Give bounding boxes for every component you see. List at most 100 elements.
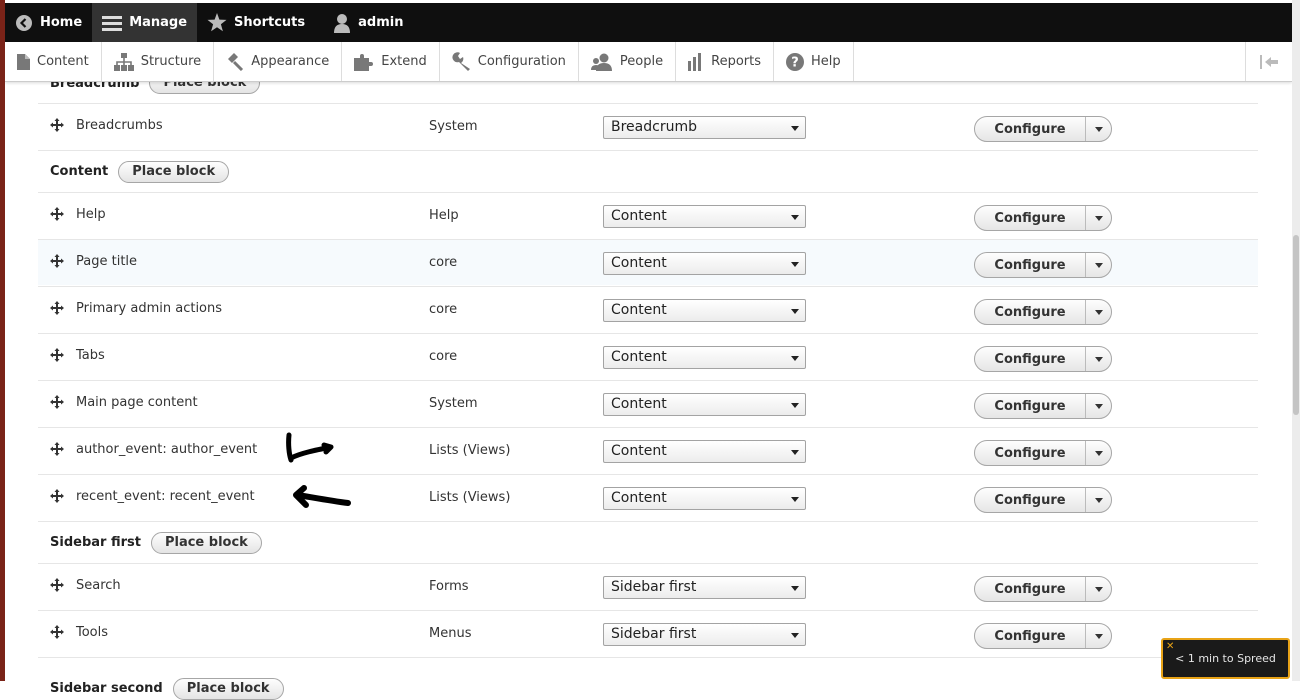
drag-handle-icon[interactable] bbox=[50, 625, 64, 639]
window-left-edge bbox=[0, 0, 5, 681]
operations-toggle[interactable] bbox=[1086, 117, 1111, 141]
vertical-scrollbar[interactable] bbox=[1292, 0, 1300, 681]
configure-dropbutton: Configure bbox=[974, 116, 1112, 142]
drag-handle-icon[interactable] bbox=[50, 301, 64, 315]
chevron-down-icon bbox=[791, 450, 799, 455]
configure-button[interactable]: Configure bbox=[975, 206, 1086, 230]
operations-toggle[interactable] bbox=[1086, 300, 1111, 324]
drag-handle-icon[interactable] bbox=[50, 578, 64, 592]
user-icon bbox=[334, 13, 351, 33]
drag-handle-icon[interactable] bbox=[50, 395, 64, 409]
region-select[interactable]: Sidebar first bbox=[603, 576, 806, 599]
toolbar-home[interactable]: Home bbox=[5, 3, 92, 42]
chevron-down-icon bbox=[791, 403, 799, 408]
configure-button[interactable]: Configure bbox=[975, 624, 1086, 648]
admin-toolbar: Home Manage Shortcuts admin bbox=[5, 3, 1292, 42]
drag-handle-icon[interactable] bbox=[50, 489, 64, 503]
configure-dropbutton: Configure bbox=[974, 623, 1112, 649]
block-category: core bbox=[429, 255, 458, 270]
chevron-down-icon bbox=[791, 586, 799, 591]
configure-dropbutton: Configure bbox=[974, 440, 1112, 466]
table-row: recent_event: recent_event Lists (Views)… bbox=[38, 474, 1258, 520]
configure-dropbutton: Configure bbox=[974, 346, 1112, 372]
tray-item-configuration-label: Configuration bbox=[477, 54, 566, 69]
operations-toggle[interactable] bbox=[1086, 577, 1111, 601]
region-select[interactable]: Content bbox=[603, 393, 806, 416]
chevron-down-icon bbox=[1094, 497, 1103, 503]
place-block-button[interactable]: Place block bbox=[150, 531, 262, 554]
configure-button[interactable]: Configure bbox=[975, 488, 1086, 512]
region-header-sidebar-second: Sidebar second Place block bbox=[38, 657, 1258, 700]
operations-toggle[interactable] bbox=[1086, 253, 1111, 277]
region-title: Content bbox=[50, 164, 109, 179]
region-select[interactable]: Content bbox=[603, 487, 806, 510]
operations-toggle[interactable] bbox=[1086, 624, 1111, 648]
close-icon[interactable]: ✕ bbox=[1166, 641, 1174, 652]
drag-handle-icon[interactable] bbox=[50, 254, 64, 268]
configure-button[interactable]: Configure bbox=[975, 117, 1086, 141]
configure-button[interactable]: Configure bbox=[975, 300, 1086, 324]
operations-toggle[interactable] bbox=[1086, 441, 1111, 465]
tray-item-extend[interactable]: Extend bbox=[342, 42, 440, 81]
block-name: Main page content bbox=[76, 395, 198, 410]
configure-button[interactable]: Configure bbox=[975, 394, 1086, 418]
operations-toggle[interactable] bbox=[1086, 347, 1111, 371]
hand-drawn-arrow-annotation bbox=[293, 485, 351, 508]
toolbar-manage[interactable]: Manage bbox=[92, 3, 198, 42]
drag-handle-icon[interactable] bbox=[50, 348, 64, 362]
configure-button[interactable]: Configure bbox=[975, 347, 1086, 371]
place-block-button[interactable]: Place block bbox=[118, 160, 230, 183]
configure-button[interactable]: Configure bbox=[975, 253, 1086, 277]
block-name: Tabs bbox=[76, 348, 105, 363]
block-name: recent_event: recent_event bbox=[76, 489, 255, 504]
drag-handle-icon[interactable] bbox=[50, 118, 64, 132]
tray-item-configuration[interactable]: Configuration bbox=[440, 42, 579, 81]
timer-notification[interactable]: ✕ < 1 min to Spreed bbox=[1161, 638, 1290, 679]
tray-item-help[interactable]: ? Help bbox=[774, 42, 854, 81]
tray-item-people[interactable]: People bbox=[579, 42, 677, 81]
toolbar-manage-label: Manage bbox=[129, 15, 188, 30]
toolbar-user-label: admin bbox=[358, 15, 404, 30]
operations-toggle[interactable] bbox=[1086, 488, 1111, 512]
tray-item-structure[interactable]: Structure bbox=[102, 42, 215, 81]
tray-item-reports[interactable]: Reports bbox=[676, 42, 774, 81]
operations-toggle[interactable] bbox=[1086, 206, 1111, 230]
table-row: Primary admin actions core Content Confi… bbox=[38, 286, 1258, 332]
admin-tray: Content Structure Appearance Extend Conf… bbox=[5, 42, 1292, 82]
block-category: Lists (Views) bbox=[429, 443, 511, 458]
region-select[interactable]: Content bbox=[603, 299, 806, 322]
region-select[interactable]: Content bbox=[603, 252, 806, 275]
block-category: Menus bbox=[429, 626, 472, 641]
region-select-value: Content bbox=[611, 208, 667, 224]
toolbar-user[interactable]: admin bbox=[315, 3, 413, 42]
block-name: Help bbox=[76, 207, 106, 222]
configure-button[interactable]: Configure bbox=[975, 441, 1086, 465]
chevron-down-icon bbox=[791, 215, 799, 220]
block-category: Help bbox=[429, 208, 459, 223]
back-circle-icon bbox=[16, 14, 32, 31]
collapse-tray-button[interactable] bbox=[1245, 42, 1292, 81]
drag-handle-icon[interactable] bbox=[50, 442, 64, 456]
region-select[interactable]: Content bbox=[603, 440, 806, 463]
region-select[interactable]: Breadcrumb bbox=[603, 116, 806, 139]
tray-item-content[interactable]: Content bbox=[5, 42, 102, 81]
question-icon: ? bbox=[786, 52, 804, 71]
region-select[interactable]: Content bbox=[603, 205, 806, 228]
region-select[interactable]: Content bbox=[603, 346, 806, 369]
brush-icon bbox=[228, 52, 244, 71]
scrollbar-thumb[interactable] bbox=[1293, 235, 1299, 415]
drag-handle-icon[interactable] bbox=[50, 207, 64, 221]
chevron-down-icon bbox=[1094, 450, 1103, 456]
configure-button[interactable]: Configure bbox=[975, 577, 1086, 601]
tray-item-appearance[interactable]: Appearance bbox=[214, 42, 343, 81]
table-row: Tabs core Content Configure bbox=[38, 333, 1258, 379]
block-category: System bbox=[429, 119, 478, 134]
tray-item-help-label: Help bbox=[811, 54, 841, 69]
region-select[interactable]: Sidebar first bbox=[603, 623, 806, 646]
table-row: Help Help Content Configure bbox=[38, 192, 1258, 238]
chevron-down-icon bbox=[791, 633, 799, 638]
toolbar-shortcuts-label: Shortcuts bbox=[234, 15, 306, 30]
operations-toggle[interactable] bbox=[1086, 394, 1111, 418]
toolbar-shortcuts[interactable]: Shortcuts bbox=[197, 3, 315, 42]
region-title: Sidebar first bbox=[50, 535, 141, 550]
